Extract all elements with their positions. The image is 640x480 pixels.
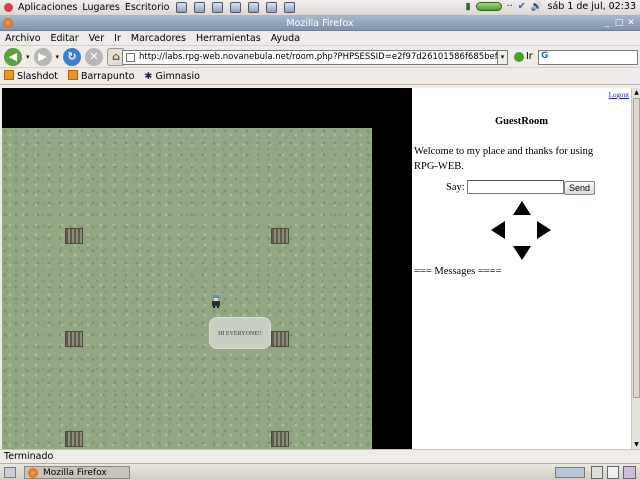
close-icon[interactable]: ✕: [626, 18, 636, 28]
rock-tile: [65, 228, 83, 244]
window-titlebar[interactable]: Mozilla Firefox _ □ ✕: [0, 16, 640, 31]
go-icon[interactable]: [514, 52, 524, 62]
speech-bubble: HI EVERYONE!!: [209, 317, 271, 349]
game-viewport[interactable]: HI EVERYONE!!: [2, 88, 412, 449]
minimize-icon[interactable]: _: [602, 18, 612, 28]
firefox-icon: [28, 468, 38, 478]
notes-icon[interactable]: [607, 466, 619, 479]
reload-icon[interactable]: ↻: [63, 47, 82, 66]
page-content: HI EVERYONE!! Logout GuestRoom Welcome t…: [2, 88, 631, 449]
menu-ayuda[interactable]: Ayuda: [271, 33, 300, 44]
show-desktop-icon[interactable]: [4, 467, 16, 478]
page-icon: [126, 53, 135, 62]
tray-separator: ··: [506, 1, 513, 12]
bookmark-label: Slashdot: [17, 71, 59, 82]
bookmark-gimnasio[interactable]: ✱ Gimnasio: [144, 71, 200, 82]
gnome-top-panel: Aplicaciones Lugares Escritorio ▮ ·· ✔ 🔊…: [0, 0, 640, 16]
back-icon[interactable]: ◀: [4, 47, 22, 66]
maximize-icon[interactable]: □: [614, 18, 624, 28]
menu-herramientas[interactable]: Herramientas: [196, 33, 261, 44]
media-icon[interactable]: [248, 2, 260, 13]
scroll-up-icon[interactable]: ▲: [633, 88, 640, 97]
move-up-arrow-icon[interactable]: [513, 201, 531, 215]
bottom-taskbar: Mozilla Firefox: [0, 463, 640, 480]
back-dropdown-icon[interactable]: ▾: [26, 53, 30, 61]
settings-icon[interactable]: [266, 2, 278, 13]
forward-dropdown-icon[interactable]: ▾: [56, 53, 60, 61]
applications-menu[interactable]: Aplicaciones: [18, 2, 77, 13]
help-icon[interactable]: [284, 2, 296, 13]
trash-icon[interactable]: [591, 466, 603, 479]
rock-tile: [65, 431, 83, 447]
say-input[interactable]: [467, 180, 564, 194]
stop-icon[interactable]: ✕: [85, 47, 104, 66]
url-dropdown-button[interactable]: ▾: [497, 50, 508, 65]
search-engine-icon[interactable]: G: [541, 51, 548, 61]
move-right-arrow-icon[interactable]: [537, 221, 551, 239]
forward-icon[interactable]: ▶: [33, 47, 52, 66]
logout-link[interactable]: Logout: [609, 91, 629, 99]
menu-marcadores[interactable]: Marcadores: [131, 33, 186, 44]
rock-tile: [271, 431, 289, 447]
rss-icon: [68, 70, 79, 80]
rock-tile: [271, 228, 289, 244]
window-menu-icon[interactable]: [3, 18, 13, 28]
bookmark-slashdot[interactable]: Slashdot: [4, 70, 58, 82]
url-bar[interactable]: http://labs.rpg-web.novanebula.net/room.…: [122, 50, 507, 65]
menu-ver[interactable]: Ver: [89, 33, 105, 44]
welcome-message: Welcome to my place and thanks for using…: [414, 146, 594, 172]
bookmarks-toolbar: Slashdot Barrapunto ✱ Gimnasio: [0, 68, 640, 85]
url-text: http://labs.rpg-web.novanebula.net/room.…: [139, 52, 506, 62]
send-button[interactable]: Send: [564, 181, 595, 195]
move-left-arrow-icon[interactable]: [491, 221, 505, 239]
menu-bar: Archivo Editar Ver Ir Marcadores Herrami…: [0, 31, 640, 46]
status-bar: Terminado: [0, 449, 640, 463]
foot-icon[interactable]: [4, 3, 13, 12]
bookmark-label: Gimnasio: [155, 70, 200, 82]
rock-tile: [65, 331, 83, 347]
taskbar-firefox-button[interactable]: Mozilla Firefox: [24, 466, 130, 479]
vertical-scrollbar[interactable]: ▲ ▼: [631, 88, 640, 449]
window-title: Mozilla Firefox: [286, 18, 354, 29]
player-sprite: [212, 295, 220, 308]
editor-icon[interactable]: [194, 2, 206, 13]
battery-icon[interactable]: [475, 2, 502, 11]
workspace-switcher[interactable]: [555, 467, 585, 478]
menu-editar[interactable]: Editar: [51, 33, 79, 44]
clock[interactable]: sáb 1 de jul, 02:33: [548, 1, 637, 12]
messages-header: === Messages ====: [414, 266, 502, 277]
bookmark-barrapunto[interactable]: Barrapunto: [68, 70, 134, 82]
scroll-down-icon[interactable]: ▼: [633, 440, 640, 449]
rock-tile: [271, 331, 289, 347]
menu-ir[interactable]: Ir: [114, 33, 121, 44]
applet-icon[interactable]: [623, 466, 636, 479]
room-panel: Logout GuestRoom Welcome to my place and…: [412, 88, 631, 449]
update-icon[interactable]: ✔: [518, 1, 526, 12]
terminal-icon[interactable]: [176, 2, 188, 13]
taskbar-button-label: Mozilla Firefox: [43, 468, 107, 478]
desktop-menu[interactable]: Escritorio: [125, 2, 170, 13]
thermometer-icon: ▮: [465, 1, 471, 12]
rss-icon: [4, 70, 14, 80]
bookmark-label: Barrapunto: [81, 71, 135, 82]
gear-icon: ✱: [144, 70, 153, 82]
scroll-thumb[interactable]: [633, 98, 640, 398]
status-text: Terminado: [4, 451, 54, 462]
network-icon[interactable]: [212, 2, 224, 13]
volume-icon[interactable]: 🔊: [531, 1, 543, 12]
game-map[interactable]: [2, 128, 372, 449]
places-menu[interactable]: Lugares: [82, 2, 120, 13]
search-box[interactable]: G: [538, 50, 638, 65]
tools-icon[interactable]: [230, 2, 242, 13]
go-label[interactable]: Ir: [526, 51, 533, 62]
room-title: GuestRoom: [494, 116, 549, 127]
say-label: Say:: [446, 182, 465, 193]
menu-archivo[interactable]: Archivo: [5, 33, 41, 44]
move-down-arrow-icon[interactable]: [513, 246, 531, 260]
